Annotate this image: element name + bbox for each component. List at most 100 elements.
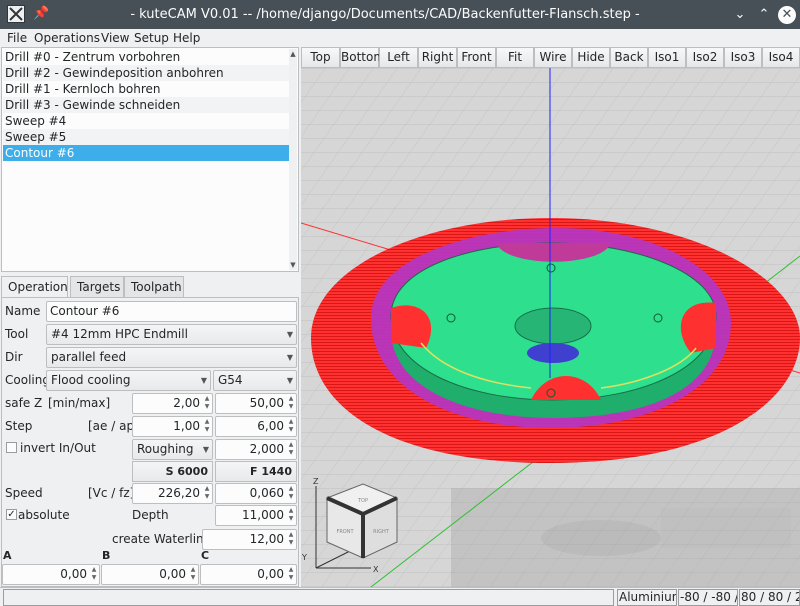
close-icon[interactable]: ✕ — [778, 6, 796, 24]
list-item[interactable]: Drill #1 - Kernloch bohren — [3, 81, 291, 97]
chevron-down-icon: ▼ — [200, 376, 207, 385]
menu-bar: File Operations View Setup Help — [0, 29, 800, 47]
absolute-label: absolute — [18, 508, 70, 522]
view-hide-button[interactable]: Hide — [572, 47, 610, 68]
mode-select-value: Roughing — [137, 442, 194, 456]
cooling-select-value: Flood cooling — [51, 373, 131, 387]
spin-arrows-icon[interactable]: ▲ ▼ — [287, 507, 295, 523]
list-item[interactable]: Drill #3 - Gewinde schneiden — [3, 97, 291, 113]
absolute-checkbox[interactable]: ✓ — [6, 509, 17, 520]
dir-select[interactable]: parallel feed ▼ — [46, 347, 297, 368]
vc-spinbox[interactable]: 226,20 ▲ ▼ — [132, 483, 213, 504]
tool-select[interactable]: #4 12mm HPC Endmill ▼ — [46, 324, 297, 345]
list-scrollbar[interactable]: ▲ ▼ — [289, 49, 297, 270]
chevron-down-icon: ▼ — [286, 353, 293, 362]
c-axis-spinbox[interactable]: 0,00 ▲ ▼ — [200, 564, 297, 585]
view-right-button[interactable]: Right — [418, 47, 457, 68]
fz-spinbox[interactable]: 0,060 ▲ ▼ — [215, 483, 297, 504]
pin-icon[interactable]: 📌 — [33, 5, 49, 23]
menu-operations[interactable]: Operations — [34, 29, 100, 47]
menu-setup[interactable]: Setup — [134, 29, 169, 47]
spin-arrows-icon[interactable]: ▲ ▼ — [203, 395, 211, 411]
machine-shadow — [451, 488, 800, 587]
window-title: - kuteCAM V0.01 -- /home/django/Document… — [130, 7, 640, 22]
operation-panel: Name Contour #6 Tool #4 12mm HPC Endmill… — [1, 297, 299, 587]
cooling-select[interactable]: Flood cooling ▼ — [46, 370, 211, 391]
cad-scene[interactable]: TOP FRONT RIGHT Z X Y — [301, 68, 800, 587]
name-field[interactable]: Contour #6 — [46, 301, 297, 322]
menu-view[interactable]: View — [101, 29, 129, 47]
invert-label: invert In/Out — [20, 441, 96, 455]
list-item[interactable]: Drill #0 - Zentrum vorbohren — [3, 49, 291, 65]
mode-param-spinbox[interactable]: 2,000 ▲ ▼ — [215, 439, 297, 460]
spin-arrows-icon[interactable]: ▲ ▼ — [203, 418, 211, 434]
spin-arrows-icon[interactable]: ▲ ▼ — [287, 395, 295, 411]
safez-label: safe Z — [5, 396, 43, 410]
spin-arrows-icon[interactable]: ▲ ▼ — [287, 566, 295, 582]
scroll-up-icon[interactable]: ▲ — [289, 49, 297, 59]
dir-label: Dir — [5, 350, 23, 364]
cube-front-label: FRONT — [336, 529, 354, 535]
view-top-button[interactable]: Top — [301, 47, 340, 68]
a-axis-spinbox[interactable]: 0,00 ▲ ▼ — [2, 564, 100, 585]
chevron-up-icon[interactable]: ⌃ — [755, 6, 773, 24]
safez-unit: [min/max] — [48, 396, 111, 410]
view-iso1-button[interactable]: Iso1 — [648, 47, 686, 68]
status-bounds-min: -80 / -80 / 0 — [678, 589, 738, 606]
spin-arrows-icon[interactable]: ▲ ▼ — [287, 441, 295, 457]
spin-arrows-icon[interactable]: ▲ ▼ — [203, 485, 211, 501]
list-item[interactable]: Sweep #4 — [3, 113, 291, 129]
menu-help[interactable]: Help — [173, 29, 200, 47]
view-back-button[interactable]: Back — [610, 47, 648, 68]
tab-targets[interactable]: Targets — [70, 276, 124, 298]
view-toolbar: Top Bottom Left Right Front Fit Wire Hid… — [301, 47, 800, 68]
view-iso2-button[interactable]: Iso2 — [686, 47, 724, 68]
spin-arrows-icon[interactable]: ▲ ▼ — [287, 485, 295, 501]
status-material: Aluminium — [617, 589, 677, 606]
view-fit-button[interactable]: Fit — [496, 47, 534, 68]
step-ap-spinbox[interactable]: 6,00 ▲ ▼ — [215, 416, 297, 437]
step-ap-value: 6,00 — [257, 419, 284, 433]
depth-spinbox[interactable]: 11,000 ▲ ▼ — [215, 505, 297, 526]
app-icon[interactable] — [7, 5, 25, 23]
dir-select-value: parallel feed — [51, 350, 127, 364]
spin-arrows-icon[interactable]: ▲ ▼ — [90, 566, 98, 582]
operations-list[interactable]: Drill #0 - Zentrum vorbohren Drill #2 - … — [1, 47, 299, 272]
spin-arrows-icon[interactable]: ▲ ▼ — [287, 418, 295, 434]
scroll-down-icon[interactable]: ▼ — [289, 260, 297, 270]
tab-bar: Operation Targets Toolpath — [1, 276, 299, 299]
view-wire-button[interactable]: Wire — [534, 47, 572, 68]
bore-bottom — [527, 343, 579, 363]
spin-arrows-icon[interactable]: ▲ ▼ — [189, 566, 197, 582]
vc-value: 226,20 — [158, 486, 200, 500]
invert-checkbox[interactable] — [6, 442, 17, 453]
view-front-button[interactable]: Front — [457, 47, 496, 68]
a-axis-label: A — [3, 549, 12, 562]
menu-file[interactable]: File — [7, 29, 27, 47]
mode-select[interactable]: Roughing ▼ — [132, 439, 213, 460]
wcs-select[interactable]: G54 ▼ — [213, 370, 297, 391]
speed-unit: [Vc / fz] — [88, 486, 135, 500]
safez-max-spinbox[interactable]: 50,00 ▲ ▼ — [215, 393, 297, 414]
view-iso3-button[interactable]: Iso3 — [724, 47, 762, 68]
tool-label: Tool — [5, 327, 29, 341]
b-axis-value: 0,00 — [159, 567, 186, 581]
tab-operation[interactable]: Operation — [1, 276, 68, 299]
waterline-label: create Waterline — [112, 532, 212, 546]
tab-toolpath[interactable]: Toolpath — [124, 276, 184, 298]
b-axis-spinbox[interactable]: 0,00 ▲ ▼ — [101, 564, 199, 585]
list-item[interactable]: Sweep #5 — [3, 129, 291, 145]
view-iso4-button[interactable]: Iso4 — [762, 47, 800, 68]
chevron-down-icon[interactable]: ⌄ — [731, 6, 749, 24]
view-bottom-button[interactable]: Bottom — [340, 47, 385, 68]
3d-viewport[interactable]: Top Bottom Left Right Front Fit Wire Hid… — [301, 47, 800, 587]
waterline-spinbox[interactable]: 12,00 ▲ ▼ — [202, 529, 297, 550]
spin-arrows-icon[interactable]: ▲ ▼ — [287, 531, 295, 547]
list-item-selected[interactable]: Contour #6 — [3, 145, 291, 161]
depth-value: 11,000 — [242, 508, 284, 522]
view-left-button[interactable]: Left — [379, 47, 418, 68]
safez-min-spinbox[interactable]: 2,00 ▲ ▼ — [132, 393, 213, 414]
list-item[interactable]: Drill #2 - Gewindeposition anbohren — [3, 65, 291, 81]
status-bar: Aluminium -80 / -80 / 0 80 / 80 / 20 — [0, 587, 800, 606]
step-ae-spinbox[interactable]: 1,00 ▲ ▼ — [132, 416, 213, 437]
